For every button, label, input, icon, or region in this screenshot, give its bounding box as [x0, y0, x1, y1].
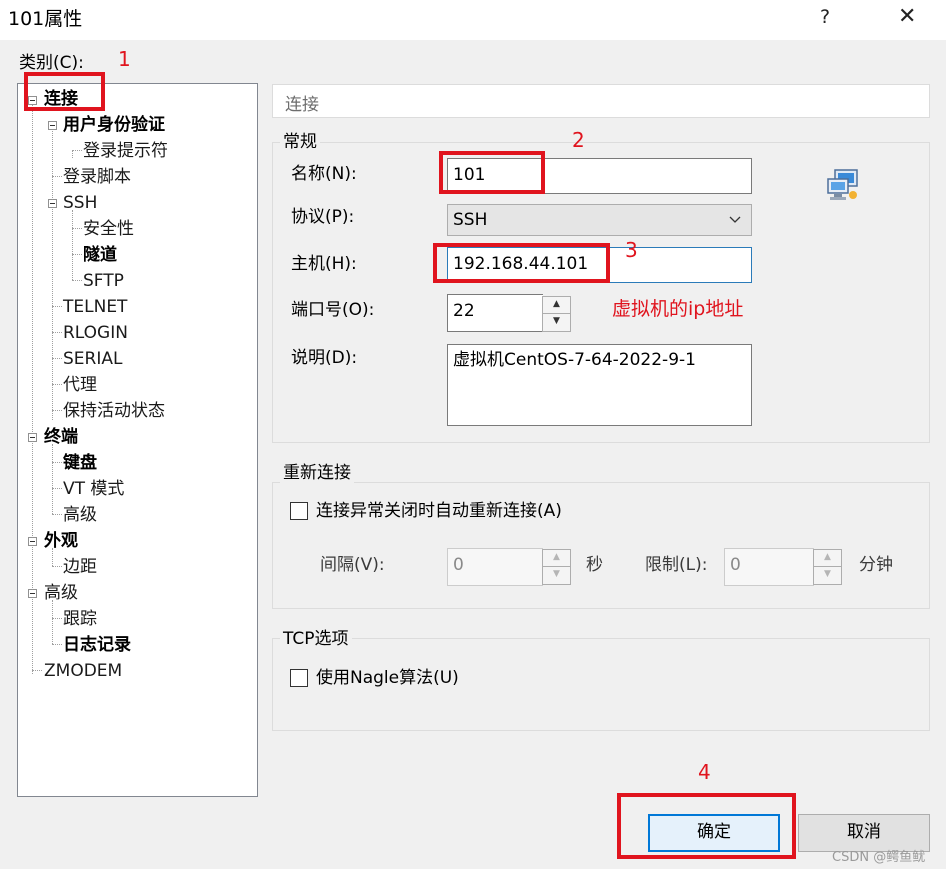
tcp-group-title: TCP选项 [280, 628, 352, 650]
tree-item-sftp[interactable]: SFTP [83, 270, 124, 292]
port-label: 端口号(O): [291, 300, 375, 320]
interval-label: 间隔(V): [320, 555, 385, 575]
panel-header-label: 连接 [285, 95, 319, 115]
chevron-down-icon [729, 216, 741, 223]
auto-reconnect-checkbox[interactable] [290, 502, 308, 520]
annotation-box-3 [433, 243, 610, 283]
annotation-box-4 [617, 793, 796, 859]
help-icon[interactable]: ? [820, 6, 830, 28]
tree-item-keyboard[interactable]: 键盘 [63, 452, 97, 474]
tree-item-appearance[interactable]: 外观 [44, 530, 78, 552]
tree-item-trace[interactable]: 跟踪 [63, 608, 97, 630]
category-tree: 连接 用户身份验证 登录提示符 登录脚本 SSH 安全性 隧道 SFTP TEL… [17, 83, 258, 797]
tree-item-user-auth[interactable]: 用户身份验证 [63, 114, 165, 136]
tree-item-advanced[interactable]: 高级 [44, 582, 78, 604]
window-title: 101属性 [8, 8, 83, 30]
tree-item-telnet[interactable]: TELNET [63, 296, 127, 318]
auto-reconnect-label: 连接异常关闭时自动重新连接(A) [316, 501, 562, 521]
tree-item-logging[interactable]: 日志记录 [63, 634, 131, 656]
annotation-box-2 [439, 151, 545, 194]
protocol-select[interactable]: SSH [447, 204, 752, 236]
spin-down-icon[interactable]: ▼ [543, 314, 570, 331]
annotation-number-2: 2 [572, 128, 585, 152]
collapse-icon[interactable] [28, 589, 37, 598]
collapse-icon[interactable] [28, 433, 37, 442]
limit-label: 限制(L): [645, 555, 708, 575]
tree-item-rlogin[interactable]: RLOGIN [63, 322, 128, 344]
interval-unit: 秒 [586, 555, 603, 575]
tree-item-tunnel[interactable]: 隧道 [83, 244, 117, 266]
reconnect-group-title: 重新连接 [280, 462, 354, 484]
spin-down-icon[interactable]: ▼ [814, 567, 841, 584]
limit-unit: 分钟 [859, 555, 893, 575]
tree-item-margin[interactable]: 边距 [63, 556, 97, 578]
annotation-box-1 [24, 72, 105, 111]
host-label: 主机(H): [291, 254, 357, 274]
network-computer-icon [827, 169, 858, 200]
spin-up-icon[interactable]: ▲ [543, 550, 570, 567]
description-textarea[interactable]: 虚拟机CentOS-7-64-2022-9-1 [447, 344, 752, 426]
annotation-ip-note: 虚拟机的ip地址 [612, 298, 744, 320]
limit-input[interactable]: 0 [724, 548, 814, 586]
annotation-number-3: 3 [625, 238, 638, 262]
tree-item-vt-mode[interactable]: VT 模式 [63, 478, 124, 500]
tree-item-terminal[interactable]: 终端 [44, 426, 78, 448]
tree-item-security[interactable]: 安全性 [83, 218, 134, 240]
interval-input[interactable]: 0 [447, 548, 543, 586]
spin-up-icon[interactable]: ▲ [543, 297, 570, 314]
panel-header: 连接 [272, 84, 930, 118]
general-group-title: 常规 [280, 131, 320, 153]
protocol-value: SSH [453, 210, 488, 230]
tree-item-login-script[interactable]: 登录脚本 [63, 166, 131, 188]
tree-item-zmodem[interactable]: ZMODEM [44, 660, 122, 682]
close-icon[interactable]: ✕ [898, 4, 916, 29]
tree-item-proxy[interactable]: 代理 [63, 374, 97, 396]
collapse-icon[interactable] [48, 199, 57, 208]
spin-up-icon[interactable]: ▲ [814, 550, 841, 567]
limit-spinner[interactable]: ▲ ▼ [813, 549, 842, 585]
annotation-number-1: 1 [118, 47, 131, 71]
collapse-icon[interactable] [48, 121, 57, 130]
interval-spinner[interactable]: ▲ ▼ [542, 549, 571, 585]
protocol-label: 协议(P): [291, 207, 355, 227]
name-label: 名称(N): [291, 164, 357, 184]
tree-item-login-prompt[interactable]: 登录提示符 [83, 140, 168, 162]
title-bar [0, 0, 946, 40]
watermark: CSDN @鳄鱼鱿 [832, 850, 926, 865]
nagle-checkbox[interactable] [290, 669, 308, 687]
nagle-label: 使用Nagle算法(U) [316, 668, 459, 688]
collapse-icon[interactable] [28, 537, 37, 546]
tree-item-serial[interactable]: SERIAL [63, 348, 122, 370]
port-input[interactable]: 22 [447, 294, 543, 332]
category-label: 类别(C): [19, 53, 84, 73]
annotation-number-4: 4 [698, 760, 711, 784]
port-spinner[interactable]: ▲ ▼ [542, 296, 571, 332]
tree-item-ssh[interactable]: SSH [63, 192, 97, 214]
spin-down-icon[interactable]: ▼ [543, 567, 570, 584]
tree-item-terminal-advanced[interactable]: 高级 [63, 504, 97, 526]
tree-item-keepalive[interactable]: 保持活动状态 [63, 400, 165, 422]
description-label: 说明(D): [291, 348, 358, 368]
